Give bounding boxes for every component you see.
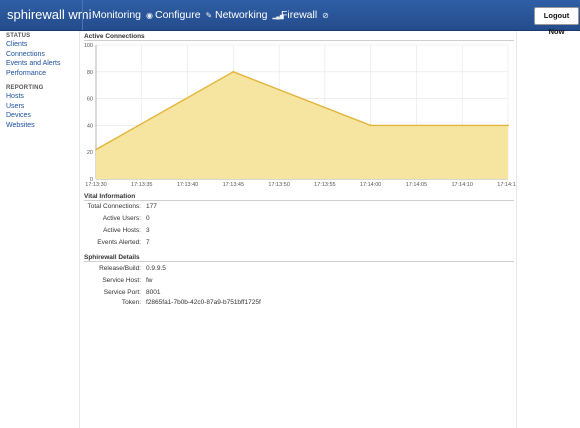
data-point [507, 124, 509, 127]
x-tick-label: 17:13:50 [268, 182, 289, 188]
active-connections-title: Active Connections [84, 33, 145, 40]
service-port-value: 8001 [146, 289, 161, 296]
release-build-label: Release/Build: [99, 265, 141, 272]
events-alerted-value: 7 [146, 239, 150, 246]
data-point [95, 148, 97, 151]
x-tick-label: 17:13:40 [177, 182, 198, 188]
active-users-value: 0 [146, 215, 150, 222]
service-port-label: Service Port: [103, 289, 141, 296]
sidebar-item-hosts[interactable]: Hosts [6, 92, 76, 102]
sidebar-item-events-and-alerts[interactable]: Events and Alerts [6, 59, 76, 69]
events-alerted-label: Events Alerted: [97, 239, 141, 246]
sphirewall-details-title: Sphirewall Details [84, 254, 140, 261]
nav-monitoring-label: Monitoring [92, 9, 142, 21]
release-build-value: 0.9.9.5 [146, 265, 166, 272]
sidebar-item-clients[interactable]: Clients [6, 40, 76, 50]
eye-icon: ◉ [145, 11, 153, 20]
nav-firewall-label: Firewall [281, 9, 318, 21]
sidebar-item-users[interactable]: Users [6, 102, 76, 112]
token-value: f2865fa1-7b0b-42c0-87a9-b751bff1725f [146, 299, 261, 306]
x-tick-label: 17:14:10 [452, 182, 473, 188]
content-left-border [79, 31, 80, 428]
logout-button[interactable]: Logout Now [534, 7, 579, 36]
x-tick-label: 17:14:15 [497, 182, 516, 188]
content-right-border [516, 31, 517, 428]
token-label: Token: [121, 299, 141, 306]
sidebar-item-devices[interactable]: Devices [6, 111, 76, 121]
y-tick-label: 40 [87, 123, 93, 129]
nav-configure[interactable]: Configure ✎ [155, 9, 212, 21]
x-tick-label: 17:14:05 [406, 182, 427, 188]
status-heading: STATUS [6, 33, 31, 39]
x-tick-label: 17:13:30 [85, 182, 106, 188]
sidebar-item-performance[interactable]: Performance [6, 69, 76, 79]
y-tick-label: 100 [84, 43, 93, 49]
nav-firewall[interactable]: Firewall ⊘ [281, 9, 329, 21]
y-tick-label: 80 [87, 70, 93, 76]
nav-monitoring[interactable]: Monitoring ◉ [92, 9, 153, 21]
vital-information-rule [84, 200, 514, 201]
active-connections-chart: 02040608010017:13:30 17:13:35 17:13:40 17:1… [84, 43, 516, 188]
y-tick-label: 20 [87, 150, 93, 156]
reporting-heading: REPORTING [6, 85, 44, 91]
nav-networking-label: Networking [215, 9, 268, 21]
data-point [369, 124, 372, 127]
active-users-label: Active Users: [102, 215, 141, 222]
service-host-label: Service Host: [102, 277, 141, 284]
x-tick-label: 17:13:45 [223, 182, 244, 188]
brand-title[interactable]: sphirewall wmi [7, 7, 92, 22]
sidebar-item-websites[interactable]: Websites [6, 121, 76, 131]
top-navbar: sphirewall wmi Monitoring ◉ Configure ✎ … [0, 0, 580, 36]
navbar-divider [82, 0, 83, 30]
nav-configure-label: Configure [155, 9, 201, 21]
x-tick-label: 17:13:55 [314, 182, 335, 188]
ban-icon: ⊘ [322, 11, 329, 20]
nav-networking[interactable]: Networking ▂▄▆ [215, 9, 284, 21]
sidebar: STATUS Clients Connections Events and Al… [6, 33, 76, 130]
active-hosts-value: 3 [146, 227, 150, 234]
wrench-icon: ✎ [205, 11, 213, 20]
data-point [232, 70, 235, 73]
service-host-value: fw [146, 277, 153, 284]
total-connections-label: Total Connections: [87, 203, 141, 210]
sphirewall-details-rule [84, 261, 514, 262]
x-tick-label: 17:13:35 [131, 182, 152, 188]
vital-information-title: Vital Information [84, 193, 136, 200]
total-connections-value: 177 [146, 203, 157, 210]
x-tick-label: 17:14:00 [360, 182, 381, 188]
y-tick-label: 60 [87, 97, 93, 103]
sidebar-item-connections[interactable]: Connections [6, 50, 76, 60]
active-hosts-label: Active Hosts: [103, 227, 141, 234]
